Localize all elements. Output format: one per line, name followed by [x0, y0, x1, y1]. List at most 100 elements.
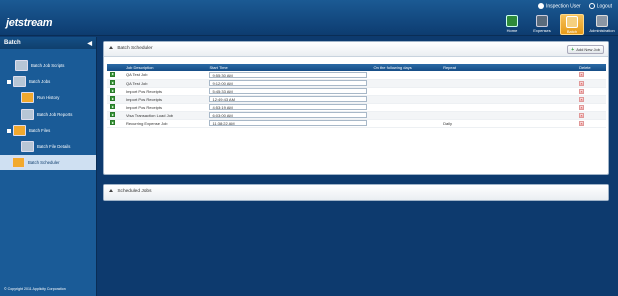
table-row: Import Pos Receipts 12:49:43 AM × — [107, 95, 606, 104]
table-row: QA Test Job 9:55:30 AM × — [107, 71, 606, 80]
expand-toggle-icon[interactable] — [7, 79, 11, 84]
user-icon — [537, 3, 544, 9]
logout-label: Logout — [596, 3, 612, 10]
table-header-row: Job Description Start Time On the follow… — [107, 64, 606, 71]
logout-link[interactable]: Logout — [588, 3, 612, 10]
days-cell — [370, 103, 441, 112]
run-job-icon[interactable] — [110, 104, 115, 109]
file-details-icon — [21, 141, 34, 152]
run-job-icon[interactable] — [110, 80, 115, 85]
repeat-cell — [440, 87, 577, 96]
panel-title: Batch Scheduler — [117, 46, 153, 51]
run-cell — [107, 87, 123, 96]
start-time-input[interactable]: 5:45:33 AM — [209, 88, 368, 94]
nav-admin-button[interactable]: Administration — [589, 14, 615, 35]
files-icon — [13, 125, 26, 136]
job-description: QA Test Job — [122, 71, 207, 80]
delete-icon[interactable]: × — [579, 80, 585, 86]
user-name: Inspection User — [545, 3, 581, 10]
expand-toggle-icon[interactable] — [7, 128, 11, 133]
home-icon — [506, 15, 518, 27]
add-new-job-button[interactable]: + Add New Job — [567, 45, 604, 54]
scheduler-table: Job Description Start Time On the follow… — [107, 64, 606, 128]
user-area: Inspection User Logout — [537, 3, 612, 10]
column-header-start-time: Start Time — [206, 64, 371, 71]
batch-scheduler-panel: Batch Scheduler + Add New Job Job Descri… — [103, 41, 609, 175]
days-cell — [370, 119, 441, 128]
sidebar-item-run-history[interactable]: Run History — [21, 91, 95, 104]
delete-cell: × — [576, 119, 606, 128]
run-job-icon[interactable] — [110, 71, 115, 77]
sidebar-item-batch-files[interactable]: Batch Files — [7, 124, 95, 137]
column-header-repeat: Repeat — [440, 64, 577, 71]
column-header-days: On the following days — [370, 64, 441, 71]
run-cell — [107, 71, 123, 80]
sidebar-item-batch-jobs[interactable]: Batch Jobs — [7, 75, 95, 88]
user-menu[interactable]: Inspection User — [537, 3, 581, 10]
delete-icon[interactable]: × — [579, 88, 585, 94]
collapse-panel-icon[interactable] — [109, 189, 113, 193]
sidebar-item-label: Batch Jobs — [29, 79, 51, 84]
days-cell — [370, 111, 441, 120]
start-time-input[interactable]: 12:49:43 AM — [209, 96, 368, 102]
expenses-icon — [536, 15, 548, 27]
jobs-icon — [13, 76, 26, 87]
table-row: Visa Transaction Load Job 6:03:00 AM × — [107, 111, 606, 120]
start-time-cell: 6:03:00 AM — [206, 111, 371, 120]
job-description: Visa Transaction Load Job — [122, 111, 207, 120]
start-time-input[interactable]: 9:55:30 AM — [209, 71, 368, 78]
delete-icon[interactable]: × — [579, 112, 585, 118]
sidebar-item-batch-job-reports[interactable]: Batch Job Reports — [21, 108, 95, 121]
column-header-delete: Delete — [576, 64, 606, 71]
job-description: Import Pos Receipts — [122, 103, 207, 112]
plus-icon: + — [571, 46, 575, 53]
delete-icon[interactable]: × — [579, 96, 585, 102]
nav-admin-label: Administration — [589, 28, 615, 33]
run-cell — [107, 95, 123, 104]
collapse-sidebar-icon[interactable]: ◀ — [87, 40, 92, 47]
start-time-input[interactable]: 9:12:00 AM — [209, 80, 368, 86]
repeat-cell: Daily — [440, 119, 577, 128]
job-description: Import Pos Receipts — [122, 95, 207, 104]
sidebar-title: Batch — [4, 40, 21, 46]
sidebar-item-batch-job-scripts[interactable]: Batch Job Scripts — [15, 59, 95, 72]
table-row: QA Test Job 9:12:00 AM × — [107, 79, 606, 88]
table-row: Import Pos Receipts 5:45:33 AM × — [107, 87, 606, 96]
sidebar-item-label: Batch File Details — [37, 144, 71, 149]
scheduler-icon — [12, 157, 25, 168]
run-cell — [107, 79, 123, 88]
add-new-job-label: Add New Job — [576, 47, 600, 52]
run-job-icon[interactable] — [110, 112, 115, 117]
days-cell — [370, 87, 441, 96]
collapse-panel-icon[interactable] — [109, 46, 113, 50]
panel-header[interactable]: Batch Scheduler + Add New Job — [104, 42, 608, 57]
copyright-text: © Copyright 2011 Applicity Corporation — [4, 287, 66, 291]
delete-icon[interactable]: × — [579, 104, 585, 110]
days-cell — [370, 71, 441, 80]
app-logo: jetstream — [6, 17, 53, 29]
start-time-cell: 4:53:19 AM — [206, 103, 371, 112]
nav-batch-button[interactable]: Batch — [560, 14, 584, 35]
run-cell — [107, 103, 123, 112]
table-row: Import Pos Receipts 4:53:19 AM × — [107, 103, 606, 112]
sidebar-item-batch-file-details[interactable]: Batch File Details — [21, 140, 95, 153]
sidebar-item-label: Run History — [37, 95, 60, 100]
run-job-icon[interactable] — [110, 96, 115, 101]
delete-cell: × — [576, 87, 606, 96]
repeat-cell — [440, 71, 577, 80]
run-cell — [107, 119, 123, 128]
delete-icon[interactable]: × — [579, 120, 585, 126]
start-time-input[interactable]: 11:38:22 AM — [209, 120, 368, 126]
run-job-icon[interactable] — [110, 120, 115, 125]
start-time-input[interactable]: 4:53:19 AM — [209, 104, 368, 110]
panel-header[interactable]: Scheduled Jobs — [104, 185, 608, 200]
start-time-input[interactable]: 6:03:00 AM — [209, 112, 368, 118]
start-time-cell: 5:45:33 AM — [206, 87, 371, 96]
nav-expenses-button[interactable]: Expenses — [530, 14, 554, 35]
delete-icon[interactable]: × — [579, 72, 585, 78]
delete-cell: × — [576, 103, 606, 112]
sidebar-item-batch-scheduler[interactable]: Batch Scheduler — [0, 155, 96, 170]
run-job-icon[interactable] — [110, 88, 115, 93]
nav-home-button[interactable]: Home — [500, 14, 524, 35]
run-column-header — [107, 64, 123, 71]
